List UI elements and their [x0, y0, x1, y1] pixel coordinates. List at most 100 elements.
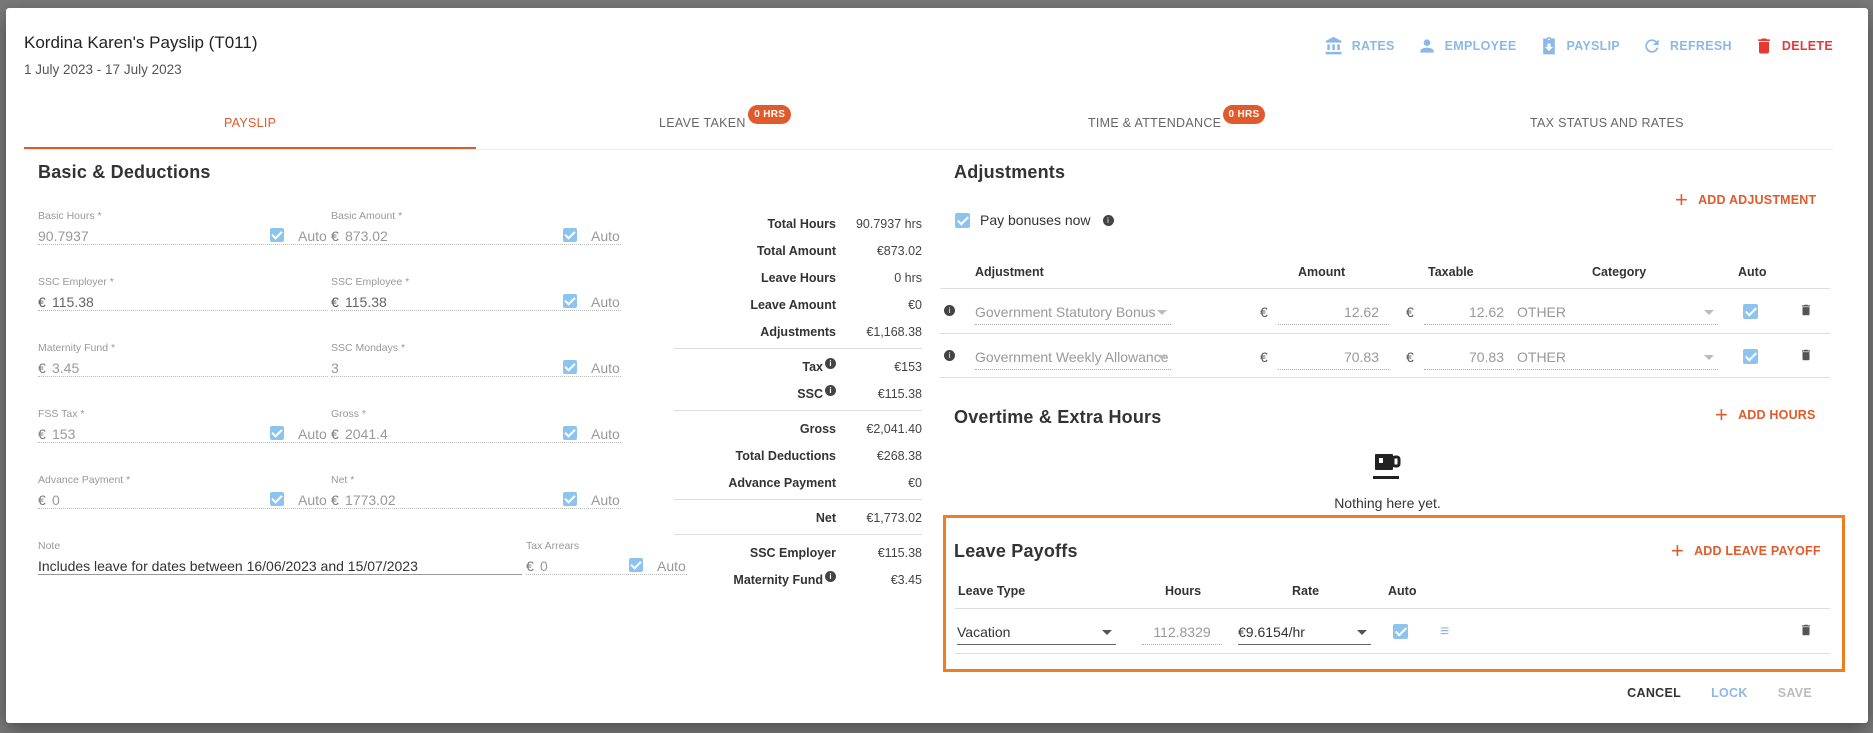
trash-icon[interactable] — [1799, 302, 1811, 316]
note-field[interactable]: Note Includes leave for dates between 16… — [38, 540, 522, 594]
auto-checkbox[interactable] — [1743, 304, 1758, 319]
tab-payslip[interactable]: PAYSLIP — [24, 100, 477, 149]
info-icon[interactable]: i — [944, 350, 955, 361]
rates-button[interactable]: RATES — [1324, 36, 1395, 56]
currency-symbol: € — [38, 360, 46, 376]
col-leave-type: Leave Type — [958, 584, 1026, 598]
trash-icon[interactable] — [1799, 622, 1811, 636]
fss-tax-label: FSS Tax * — [38, 408, 85, 420]
info-icon[interactable]: i — [825, 385, 836, 397]
header-actions: RATES EMPLOYEE PAYSLIP REFRESH DELETE — [1324, 36, 1833, 56]
ssc-employee-auto-checkbox[interactable] — [563, 294, 577, 308]
trash-icon[interactable] — [1799, 347, 1811, 361]
basic-amount-field[interactable]: Basic Amount * € 873.02 Auto — [331, 210, 621, 264]
amount-input[interactable]: 70.83 — [1278, 342, 1389, 370]
adjustment-name: Government Weekly Allowance — [975, 349, 1169, 365]
net-auto-checkbox[interactable] — [563, 492, 577, 506]
taxable-input[interactable]: 12.62 — [1424, 297, 1514, 325]
pay-bonuses-toggle[interactable]: Pay bonuses now i — [955, 212, 1114, 228]
tab-leave-taken[interactable]: LEAVE TAKEN 0 HRS — [476, 100, 928, 149]
adjustment-select[interactable]: Government Weekly Allowance — [975, 342, 1171, 370]
add-leave-payoff-button[interactable]: + ADD LEAVE PAYOFF — [1671, 540, 1821, 562]
add-hours-button[interactable]: + ADD HOURS — [1715, 404, 1816, 426]
summary-row: Maternity Fund i €3.45 — [696, 566, 922, 593]
leave-type-select[interactable]: Vacation — [957, 617, 1116, 645]
save-button[interactable]: SAVE — [1778, 686, 1812, 700]
chevron-down-icon — [1704, 355, 1714, 360]
info-icon[interactable]: i — [825, 358, 836, 370]
basic-amount-auto-checkbox[interactable] — [563, 228, 577, 242]
net-field[interactable]: Net * € 1773.02 Auto — [331, 474, 621, 528]
advance-payment-auto-checkbox[interactable] — [270, 492, 284, 506]
auto-checkbox[interactable] — [1743, 349, 1758, 364]
employee-button[interactable]: EMPLOYEE — [1417, 36, 1517, 56]
adjustment-row: i Government Statutory Bonus € 12.62 € 1… — [940, 288, 1830, 333]
summary-key: Total Amount — [756, 243, 836, 258]
gross-value: 2041.4 — [345, 426, 388, 442]
summary-key: Leave Amount — [750, 297, 836, 312]
add-adjustment-button[interactable]: + ADD ADJUSTMENT — [1675, 189, 1816, 211]
tab-time-attendance[interactable]: TIME & ATTENDANCE 0 HRS — [929, 100, 1381, 149]
adjustment-select[interactable]: Government Statutory Bonus — [975, 297, 1171, 325]
note-label: Note — [38, 540, 61, 552]
leave-hours-badge: 0 HRS — [748, 105, 792, 124]
gross-field[interactable]: Gross * € 2041.4 Auto — [331, 408, 621, 462]
summary-value: €1,168.38 — [866, 324, 922, 339]
tab-tax-status-label: TAX STATUS AND RATES — [1530, 116, 1684, 130]
lock-button[interactable]: LOCK — [1711, 686, 1748, 700]
summary-value: €2,041.40 — [866, 421, 922, 436]
summary-key: Tax i — [696, 358, 836, 375]
payslip-button[interactable]: PAYSLIP — [1539, 36, 1621, 56]
summary-divider — [674, 410, 922, 411]
tab-payslip-label: PAYSLIP — [223, 116, 277, 130]
rate-select[interactable]: €9.6154/hr — [1238, 617, 1371, 645]
maternity-fund-field[interactable]: Maternity Fund * € 3.45 — [38, 342, 328, 396]
refresh-button[interactable]: REFRESH — [1642, 36, 1732, 56]
leave-hours-input[interactable]: 112.8329 — [1142, 617, 1222, 645]
gross-label: Gross * — [331, 408, 367, 420]
fss-tax-field[interactable]: FSS Tax * € 153 Auto — [38, 408, 328, 462]
chevron-down-icon — [1157, 355, 1167, 360]
ssc-mondays-field[interactable]: SSC Mondays * 3 Auto — [331, 342, 621, 396]
amount-value: 70.83 — [1343, 349, 1379, 365]
col-category: Category — [1592, 265, 1647, 279]
info-icon[interactable]: i — [944, 305, 955, 316]
ssc-mondays-auto-label: Auto — [591, 360, 620, 376]
ssc-employee-field[interactable]: SSC Employee * € 115.38 Auto — [331, 276, 621, 330]
basic-hours-auto-checkbox[interactable] — [270, 228, 284, 242]
currency-symbol: € — [331, 426, 339, 442]
taxable-input[interactable]: 70.83 — [1424, 342, 1514, 370]
ssc-employer-field[interactable]: SSC Employer * € 115.38 — [38, 276, 328, 330]
amount-input[interactable]: 12.62 — [1278, 297, 1389, 325]
cancel-button[interactable]: CANCEL — [1627, 686, 1681, 700]
ssc-employer-value: 115.38 — [52, 294, 94, 310]
taxable-value: 12.62 — [1468, 304, 1504, 320]
summary-key: Gross — [799, 421, 836, 436]
tab-tax-status[interactable]: TAX STATUS AND RATES — [1381, 100, 1833, 149]
delete-button[interactable]: DELETE — [1754, 36, 1833, 56]
basic-hours-field[interactable]: Basic Hours * 90.7937 Auto — [38, 210, 328, 264]
gross-auto-checkbox[interactable] — [563, 426, 577, 440]
tax-arrears-auto-checkbox[interactable] — [629, 558, 643, 572]
ssc-employer-label: SSC Employer * — [38, 276, 114, 288]
category-select[interactable]: OTHER — [1517, 342, 1718, 370]
category-select[interactable]: OTHER — [1517, 297, 1718, 325]
rate-value: €9.6154/hr — [1238, 624, 1305, 640]
currency-symbol: € — [526, 558, 534, 574]
clipboard-download-icon — [1542, 36, 1555, 55]
fss-tax-auto-checkbox[interactable] — [270, 426, 284, 440]
pay-bonuses-checkbox[interactable] — [955, 212, 970, 228]
currency-symbol: € — [1406, 304, 1414, 320]
notes-icon[interactable]: ≡ — [1440, 623, 1449, 641]
summary-row: Advance Payment €0 — [696, 469, 922, 496]
info-icon[interactable]: i — [825, 571, 836, 583]
col-taxable: Taxable — [1428, 265, 1474, 279]
advance-payment-value: 0 — [52, 492, 60, 508]
leave-auto-checkbox[interactable] — [1393, 624, 1408, 639]
ssc-mondays-auto-checkbox[interactable] — [563, 360, 577, 374]
tax-arrears-field[interactable]: Tax Arrears € 0 Auto — [526, 540, 687, 594]
col-amount: Amount — [1298, 265, 1346, 279]
refresh-label: REFRESH — [1670, 39, 1732, 53]
info-icon[interactable]: i — [1102, 214, 1114, 226]
advance-payment-field[interactable]: Advance Payment * € 0 Auto — [38, 474, 328, 528]
